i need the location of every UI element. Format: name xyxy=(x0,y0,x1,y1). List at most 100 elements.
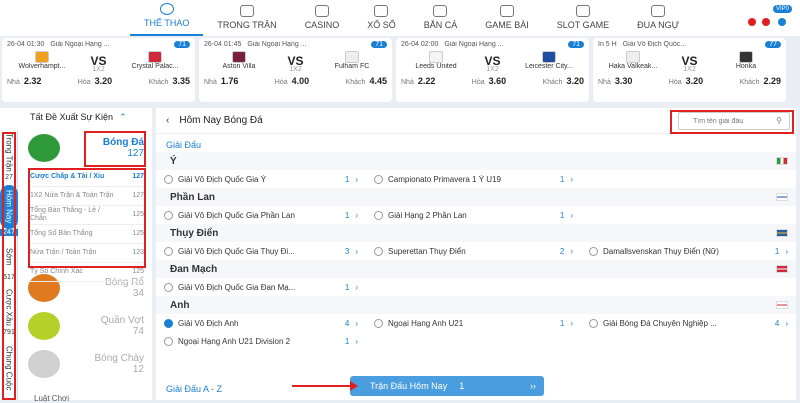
nav-item[interactable]: XỔ SỐ xyxy=(353,0,410,36)
league-item[interactable]: Giải Vô Địch Quốc Gia Ý 1 › xyxy=(156,174,366,184)
nav-item-label: ĐUA NGỰ xyxy=(637,20,680,30)
odds-button[interactable]: Hòa 3.60 xyxy=(472,76,506,86)
league-count: 3 xyxy=(344,246,350,256)
notification-dot[interactable] xyxy=(748,18,756,26)
sidebar-title: Tất Đề Xuất Sự Kiện ⌃ xyxy=(0,108,152,126)
league-item[interactable]: Ngoại Hạng Anh U21 1 › xyxy=(366,318,581,328)
league-item[interactable]: Giải Hạng 2 Phần Lan 1 › xyxy=(366,210,581,220)
odds-button[interactable]: Khách 2.29 xyxy=(740,76,781,86)
featured-matches: 26-04 01:30 Giải Ngoại Hạng ... 71 Wolve… xyxy=(0,38,800,104)
odds-button[interactable]: Khách 4.45 xyxy=(346,76,387,86)
away-shirt-icon xyxy=(738,51,753,63)
market-count[interactable]: 77 xyxy=(765,41,781,48)
country-header[interactable]: Ý xyxy=(156,152,796,170)
league-checkbox[interactable] xyxy=(589,246,598,256)
home-team: Aston Villa xyxy=(222,63,256,70)
league-item[interactable]: Campionato Primavera 1 Ý U19 1 › xyxy=(366,174,581,184)
nav-item-label: XỔ SỐ xyxy=(367,20,396,30)
notification-dot[interactable] xyxy=(762,18,770,26)
nav-item[interactable]: CASINO xyxy=(291,0,354,36)
match-card[interactable]: 26-04 01:30 Giải Ngoại Hạng ... 71 Wolve… xyxy=(2,38,195,102)
odds-button[interactable]: Nhà 1.76 xyxy=(204,76,238,86)
league-name: Giải Vô Địch Anh xyxy=(178,318,239,328)
match-card[interactable]: 26-04 01:45 Giải Ngoại Hạng ... 71 Aston… xyxy=(199,38,392,102)
league-checkbox[interactable] xyxy=(164,282,173,292)
league-checkbox[interactable] xyxy=(164,246,173,256)
sport-name: Bóng Chày xyxy=(94,353,144,364)
league-checkbox[interactable] xyxy=(374,246,383,256)
nav-item[interactable]: ĐUA NGỰ xyxy=(623,0,693,36)
nav-item[interactable]: GAME BÀI xyxy=(471,0,543,36)
sport-item[interactable]: Quần Vợt 74 xyxy=(28,312,144,340)
league-checkbox[interactable] xyxy=(374,210,383,220)
home-team: Wolverhampt... xyxy=(18,63,66,70)
chevron-up-icon[interactable]: ⌃ xyxy=(119,112,127,123)
odds-value: 3.60 xyxy=(488,76,507,86)
league-name: Giải Ngoại Hạng ... xyxy=(247,41,307,48)
country-name: Ý xyxy=(170,155,177,167)
league-item[interactable]: Damallsvenskan Thụy Điển (Nữ) 1 › xyxy=(581,246,796,256)
country-header[interactable]: Phần Lan xyxy=(156,188,796,206)
nav-item[interactable]: SLOT GAME xyxy=(543,0,623,36)
league-checkbox[interactable] xyxy=(164,174,173,184)
odds-label: Hòa xyxy=(274,79,288,86)
odds-label: Nhà xyxy=(598,79,611,86)
country-header[interactable]: Thụy Điển xyxy=(156,224,796,242)
rules-link[interactable]: Luật Chơi xyxy=(34,394,69,403)
country-header[interactable]: Anh xyxy=(156,296,796,314)
sport-item[interactable]: Bóng Chày 12 xyxy=(28,350,144,378)
home-team: Leeds United xyxy=(415,63,457,70)
odds-button[interactable]: Nhà 3.30 xyxy=(598,76,632,86)
odds-label: Khách xyxy=(739,79,760,86)
league-item[interactable]: Giải Bóng Đá Chuyên Nghiệp ... 4 › xyxy=(581,318,796,328)
highlight-box xyxy=(28,168,146,268)
league-count: 1 xyxy=(559,210,565,220)
odds-button[interactable]: Hòa 4.00 xyxy=(275,76,309,86)
bet-type-count: 125 xyxy=(132,268,144,275)
league-checkbox[interactable] xyxy=(164,210,173,220)
nav-icon xyxy=(499,5,514,17)
market-count[interactable]: 71 xyxy=(371,41,387,48)
menu-dot[interactable] xyxy=(778,18,786,26)
league-name: Giải Vô Địch Quốc Gia Thụy Đi... xyxy=(178,246,295,256)
expand-icon[interactable]: ›› xyxy=(530,381,536,391)
chevron-right-icon: › xyxy=(785,246,788,256)
odds-label: Khách xyxy=(148,79,169,86)
match-card[interactable]: 26-04 02:00 Giải Ngoại Hạng ... 71 Leeds… xyxy=(396,38,589,102)
odds-button[interactable]: Khách 3.20 xyxy=(543,76,584,86)
odds-button[interactable]: Khách 3.35 xyxy=(149,76,190,86)
league-checkbox[interactable] xyxy=(374,318,383,328)
market-count[interactable]: 71 xyxy=(568,41,584,48)
league-item[interactable]: Giải Vô Địch Quốc Gia Đan Mạ... 1 › xyxy=(156,282,366,292)
league-item[interactable]: Giải Vô Địch Quốc Gia Thụy Đi... 3 › xyxy=(156,246,366,256)
nav-item[interactable]: BẮN CÁ xyxy=(410,0,472,36)
league-name: Damallsvenskan Thụy Điển (Nữ) xyxy=(603,246,719,256)
league-item[interactable]: Superettan Thụy Điển 2 › xyxy=(366,246,581,256)
highlight-box xyxy=(670,110,794,134)
back-icon[interactable]: ‹ xyxy=(166,115,169,126)
match-card[interactable]: In 5 H Giải Vô Địch Quốc... 77 Haka Valk… xyxy=(593,38,786,102)
today-matches-bar[interactable]: Trận Đấu Hôm Nay 1 ›› xyxy=(350,376,544,396)
nav-item[interactable]: TRONG TRẬN xyxy=(203,0,290,36)
top-nav: THỂ THAO TRONG TRẬN CASINO XỔ SỐ BẮN CÁ GAME … xyxy=(0,0,800,36)
league-item[interactable]: Giải Vô Địch Quốc Gia Phần Lan 1 › xyxy=(156,210,366,220)
league-checkbox[interactable] xyxy=(374,174,383,184)
vip-badge[interactable]: VIP0 xyxy=(772,5,792,13)
league-item[interactable]: Giải Vô Địch Anh 4 › xyxy=(156,318,366,328)
home-shirt-icon xyxy=(626,51,640,63)
country-header[interactable]: Đan Mạch xyxy=(156,260,796,278)
league-checkbox[interactable] xyxy=(164,318,173,328)
league-item[interactable]: Ngoại Hạng Anh U21 Division 2 1 › xyxy=(156,336,366,346)
odds-button[interactable]: Nhà 2.22 xyxy=(401,76,435,86)
odds-button[interactable]: Hòa 3.20 xyxy=(78,76,112,86)
odds-button[interactable]: Nhà 2.32 xyxy=(7,76,41,86)
odds-value: 1.76 xyxy=(220,76,239,86)
odds-button[interactable]: Hòa 3.20 xyxy=(669,76,703,86)
league-checkbox[interactable] xyxy=(589,318,598,328)
odds-label: Nhà xyxy=(401,79,414,86)
league-checkbox[interactable] xyxy=(164,336,173,346)
market-count[interactable]: 71 xyxy=(174,41,190,48)
sport-count: 12 xyxy=(132,364,144,375)
nav-item[interactable]: THỂ THAO xyxy=(130,0,204,36)
away-team: Honka xyxy=(735,63,757,70)
